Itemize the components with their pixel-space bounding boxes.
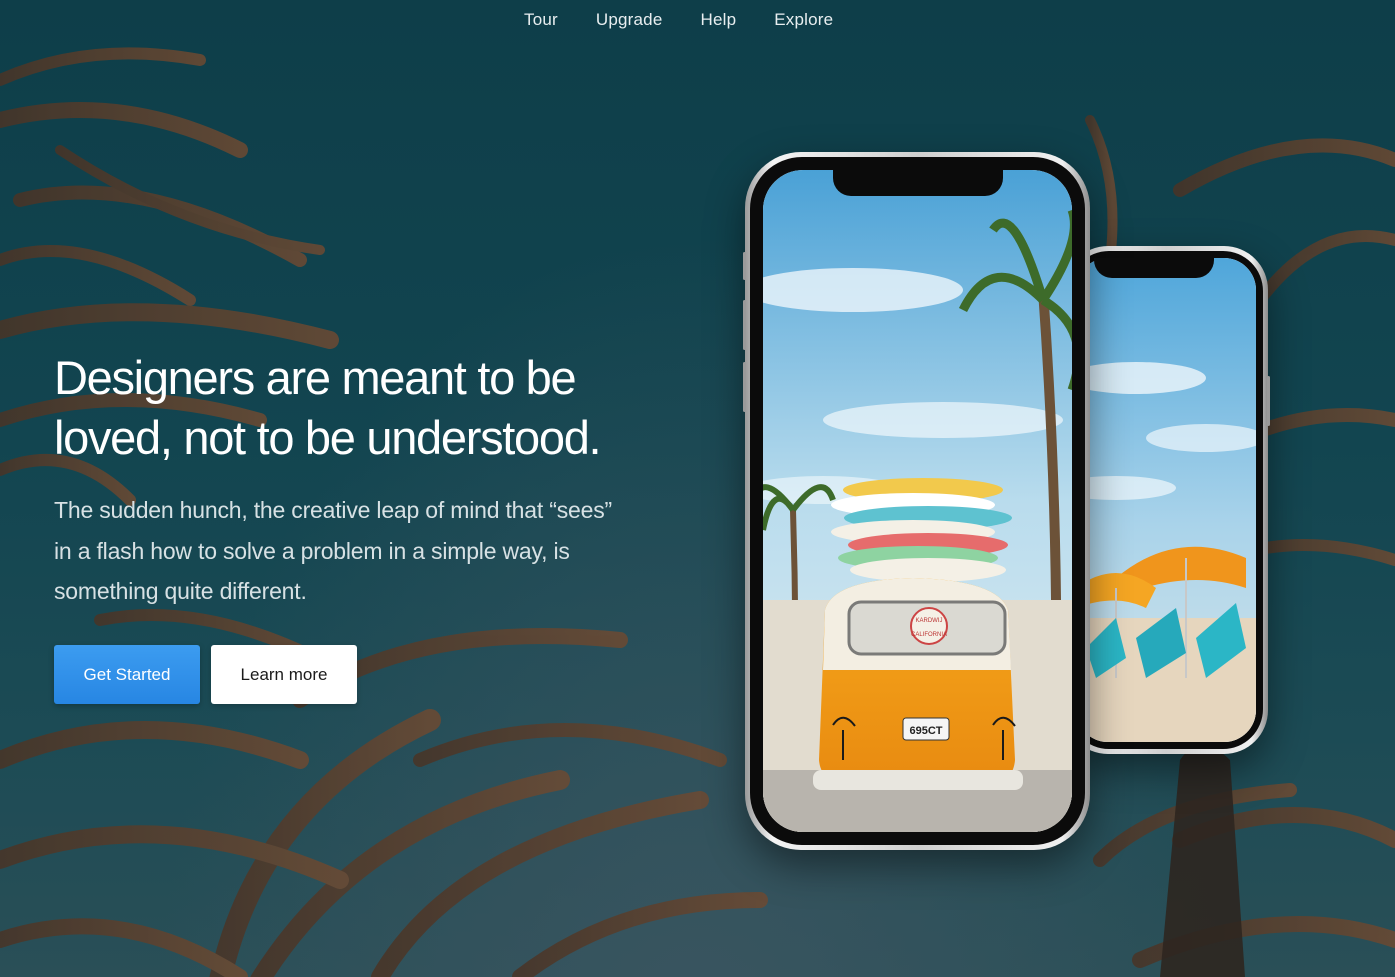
lead-line-2: in a flash how to solve a problem in a s… [54, 537, 570, 564]
lead-line-3: something quite different. [54, 578, 307, 604]
nav-link-tour[interactable]: Tour [524, 6, 558, 34]
phone-side-button [1267, 376, 1270, 426]
van-license-plate: 695CT [909, 725, 942, 737]
get-started-button[interactable]: Get Started [54, 645, 200, 704]
orange-van-image: KARDWIJ CALIFORNIA 695CT [763, 170, 1072, 832]
lead-line-1: The sudden hunch, the creative leap of m… [54, 497, 612, 523]
van-sticker-bottom: CALIFORNIA [911, 632, 947, 638]
phone-screen-van: KARDWIJ CALIFORNIA 695CT [763, 170, 1072, 832]
top-navigation: Tour Upgrade Help Explore [0, 6, 1395, 34]
headline-line-2: loved, not to be understood. [54, 411, 602, 464]
phone-side-button [743, 252, 746, 280]
hero-lead-text: The sudden hunch, the creative leap of m… [54, 490, 674, 612]
nav-link-explore[interactable]: Explore [774, 6, 833, 34]
phone-mockup-back [1064, 246, 1270, 754]
nav-links: Tour Upgrade Help Explore [524, 6, 833, 34]
headline-line-1: Designers are meant to be [54, 351, 577, 404]
hero-section: Tour Upgrade Help Explore Designers are … [0, 0, 1395, 977]
nav-link-help[interactable]: Help [701, 6, 737, 34]
learn-more-button[interactable]: Learn more [211, 645, 357, 704]
phone-volume-up-button [743, 300, 746, 350]
beach-umbrellas-image [1076, 258, 1256, 742]
phone-screen-beach-umbrellas [1076, 258, 1256, 742]
phone-notch [833, 170, 1003, 196]
phone-mockup-front: KARDWIJ CALIFORNIA 695CT [743, 152, 1090, 850]
van-sticker-top: KARDWIJ [916, 618, 943, 624]
phone-notch [1094, 258, 1214, 278]
phone-volume-down-button [743, 362, 746, 412]
hero-headline: Designers are meant to be loved, not to … [54, 348, 694, 468]
nav-link-upgrade[interactable]: Upgrade [596, 6, 663, 34]
